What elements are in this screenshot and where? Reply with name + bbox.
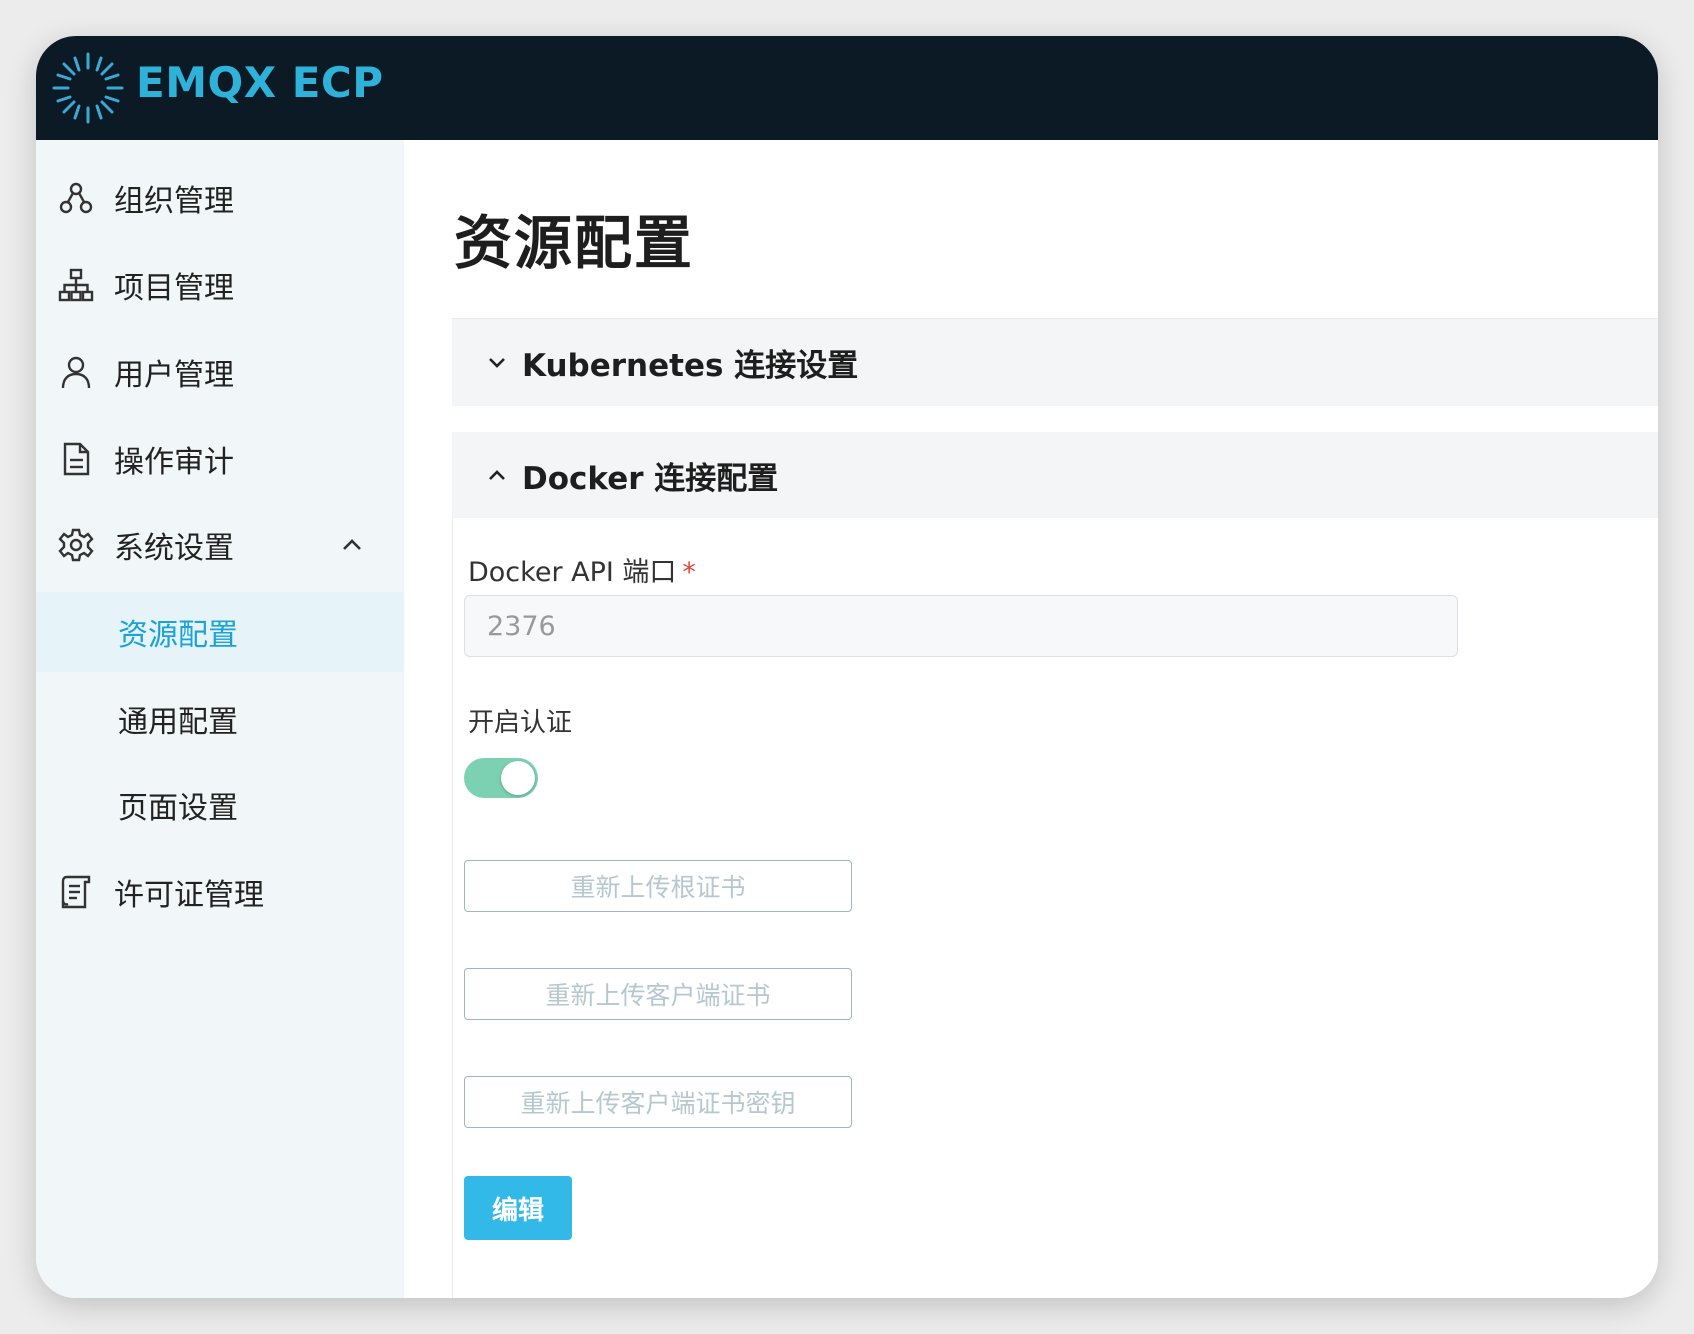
chevron-up-icon (489, 470, 505, 480)
gear-icon (58, 528, 94, 562)
sidebar-item-label: 操作审计 (114, 445, 234, 480)
upload-root-cert-button[interactable]: 重新上传根证书 (464, 860, 852, 912)
top-bar: EMQX ECP (36, 36, 1658, 140)
sidebar-item-label: 组织管理 (114, 184, 234, 219)
document-icon (63, 442, 90, 476)
license-icon (61, 875, 91, 909)
sidebar-item-users[interactable]: 用户管理 (36, 332, 404, 412)
sidebar-item-label: 系统设置 (114, 531, 234, 566)
sidebar-item-audit[interactable]: 操作审计 (36, 419, 404, 499)
panel-docker-header[interactable]: Docker 连接配置 (452, 432, 1658, 518)
sidebar-item-label: 项目管理 (114, 271, 234, 306)
emqx-logo-icon (52, 52, 124, 124)
panel-title: Kubernetes 连接设置 (522, 348, 859, 384)
sidebar-item-label: 页面设置 (118, 791, 238, 826)
panel-title: Docker 连接配置 (522, 460, 779, 497)
sidebar-item-label: 许可证管理 (114, 878, 264, 913)
chevron-down-icon (489, 357, 505, 368)
upload-client-cert-button[interactable]: 重新上传客户端证书 (464, 968, 852, 1020)
sidebar-item-label: 通用配置 (118, 705, 238, 740)
upload-client-key-button[interactable]: 重新上传客户端证书密钥 (464, 1076, 852, 1128)
hierarchy-icon (58, 268, 94, 302)
sidebar-item-page-settings[interactable]: 页面设置 (36, 765, 404, 845)
brand-title: EMQX ECP (136, 58, 384, 107)
sidebar-item-label: 用户管理 (114, 358, 234, 393)
org-icon (59, 182, 93, 214)
sidebar-item-resource-config[interactable]: 资源配置 (36, 592, 404, 672)
required-mark: * (682, 557, 696, 588)
sidebar-item-organization[interactable]: 组织管理 (36, 158, 404, 238)
docker-port-input[interactable] (464, 595, 1458, 657)
panel-kubernetes-header[interactable]: Kubernetes 连接设置 (452, 318, 1658, 406)
sidebar: 组织管理 项目管理 用户管理 操作审计 系统设置 资源配置 通用配置 页面设置 … (36, 140, 404, 1298)
toggle-knob (501, 761, 535, 795)
chevron-up-icon[interactable] (340, 533, 364, 557)
main-content: 资源配置 Kubernetes 连接设置 Docker 连接配置 Docker … (404, 140, 1658, 1298)
app-window: EMQX ECP 组织管理 项目管理 用户管理 操作审计 系统设置 资源配置 通… (36, 36, 1658, 1298)
sidebar-item-general-config[interactable]: 通用配置 (36, 679, 404, 759)
sidebar-item-system-settings[interactable]: 系统设置 (36, 505, 404, 585)
docker-port-label-text: Docker API 端口 (468, 557, 677, 588)
edit-button[interactable]: 编辑 (464, 1176, 572, 1240)
auth-toggle[interactable] (464, 758, 538, 798)
sidebar-item-license[interactable]: 许可证管理 (36, 852, 404, 932)
page-title: 资源配置 (454, 209, 695, 277)
sidebar-item-label: 资源配置 (118, 618, 238, 653)
docker-port-label: Docker API 端口 * (468, 550, 696, 589)
auth-label: 开启认证 (468, 708, 573, 738)
sidebar-item-projects[interactable]: 项目管理 (36, 245, 404, 325)
user-icon (61, 356, 91, 389)
